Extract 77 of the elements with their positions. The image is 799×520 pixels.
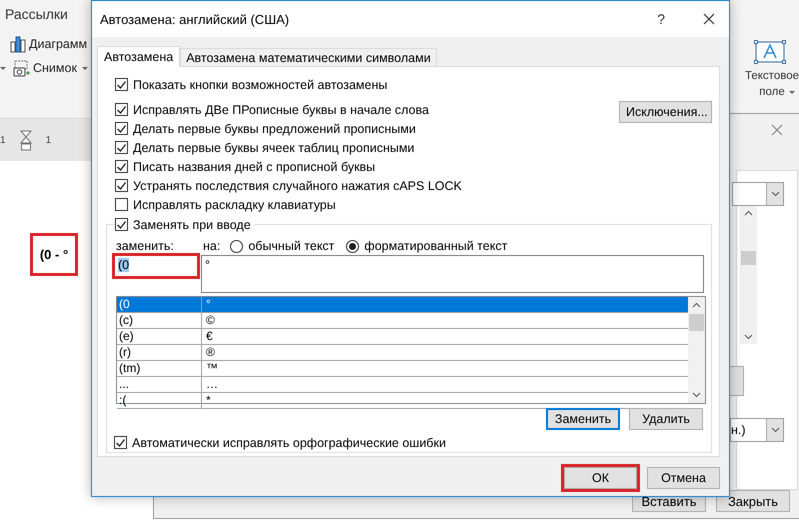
scrollbar[interactable]: [740, 206, 757, 344]
check-icon: [116, 124, 127, 134]
dialog-button[interactable]: Отмена: [647, 467, 720, 489]
dropdown[interactable]: [732, 182, 784, 206]
checkbox[interactable]: [115, 141, 128, 154]
replace-field[interactable]: (0: [114, 255, 198, 277]
radio-button[interactable]: [230, 240, 244, 252]
text-box-icon: [754, 40, 786, 64]
ribbon-button[interactable]: Диаграмм: [0, 35, 88, 53]
replacement-field[interactable]: °: [201, 255, 704, 293]
scrollbar-thumb[interactable]: [741, 250, 756, 265]
dialog-button[interactable]: Закрыть: [716, 490, 790, 512]
check-icon: [115, 438, 126, 448]
check-icon: [116, 162, 127, 172]
checkbox-label: Автоматически исправлять орфографические ошибки: [132, 436, 446, 450]
list-row[interactable]: (e) €: [117, 329, 688, 345]
checkbox-label: Исправлять ДВе ПРописные буквы в начале слова: [133, 102, 429, 116]
tab[interactable]: Автозамена: [97, 46, 180, 67]
field-label: на:: [203, 239, 220, 253]
checkbox-label: Устранять последствия случайного нажатия cAPS LOCK: [133, 178, 462, 192]
check-icon: [116, 142, 127, 152]
checkbox[interactable]: [115, 122, 128, 135]
ruler-number: 1: [46, 134, 52, 146]
radio-label: форматированный текст: [364, 239, 508, 253]
list-button[interactable]: Удалить: [629, 408, 703, 430]
annotation-box: (0 - °: [30, 233, 78, 276]
checkbox[interactable]: [115, 78, 128, 91]
camera-icon: [13, 60, 30, 76]
bar-chart-icon: [10, 36, 26, 52]
close-icon: [703, 13, 715, 25]
checkbox-label: Заменять при вводе: [133, 218, 251, 232]
list-button[interactable]: Заменить: [546, 408, 620, 430]
chevron-down-icon: [692, 392, 701, 398]
list-row[interactable]: (r) ®: [117, 345, 688, 361]
check-icon: [116, 180, 127, 190]
checkbox[interactable]: [115, 198, 128, 211]
list-row[interactable]: ... …: [117, 377, 688, 393]
checkbox-label: Показать кнопки возможностей автозамены: [133, 78, 388, 92]
dialog-button[interactable]: ОК: [564, 467, 637, 489]
field-label: заменить:: [115, 239, 175, 253]
chevron-up-icon: [692, 302, 701, 308]
close-button[interactable]: [703, 13, 715, 25]
list-row[interactable]: (c) ©: [117, 313, 688, 329]
dropdown[interactable]: н.): [730, 418, 784, 442]
ribbon-tab[interactable]: Рассылки: [5, 6, 68, 22]
checkbox[interactable]: [115, 160, 128, 173]
checkbox-label: Писать названия дней с прописной буквы: [133, 160, 376, 174]
checkbox-label: Исправлять раскладку клавиатуры: [133, 198, 336, 212]
checkbox-label: Делать первые буквы ячеек таблиц прописными: [133, 140, 414, 154]
scrollbar[interactable]: [688, 297, 705, 403]
chevron-up-icon: [744, 210, 753, 216]
list-row[interactable]: (0 °: [117, 297, 688, 313]
indent-marker-icon: [20, 130, 32, 150]
check-icon: [116, 220, 127, 230]
caret-icon: [0, 66, 6, 70]
help-button[interactable]: ?: [653, 11, 669, 27]
checkbox[interactable]: [114, 436, 127, 449]
checkbox[interactable]: [115, 218, 128, 231]
checkbox[interactable]: [115, 103, 128, 116]
close-icon: [771, 124, 783, 136]
chevron-down-icon: [770, 427, 780, 433]
chevron-down-icon: [744, 334, 753, 340]
scrollbar-thumb[interactable]: [689, 314, 704, 331]
checkbox[interactable]: [115, 179, 128, 192]
checkbox-label: Делать первые буквы предложений прописными: [133, 122, 416, 136]
exceptions-button[interactable]: Исключения...: [619, 101, 712, 123]
ribbon-button[interactable]: Снимок: [0, 59, 88, 77]
list-row[interactable]: (tm) ™: [117, 361, 688, 377]
radio-button[interactable]: [346, 240, 360, 252]
check-icon: [116, 104, 127, 114]
radio-label: обычный текст: [248, 239, 334, 253]
check-icon: [116, 80, 127, 90]
text-box-button[interactable]: Текстовое поле: [740, 40, 799, 100]
tab[interactable]: Автозамена математическими символами: [180, 48, 437, 66]
chevron-down-icon: [770, 191, 780, 197]
window-title: Автозамена: английский (США): [100, 12, 290, 26]
ruler-number: 1: [0, 134, 6, 146]
